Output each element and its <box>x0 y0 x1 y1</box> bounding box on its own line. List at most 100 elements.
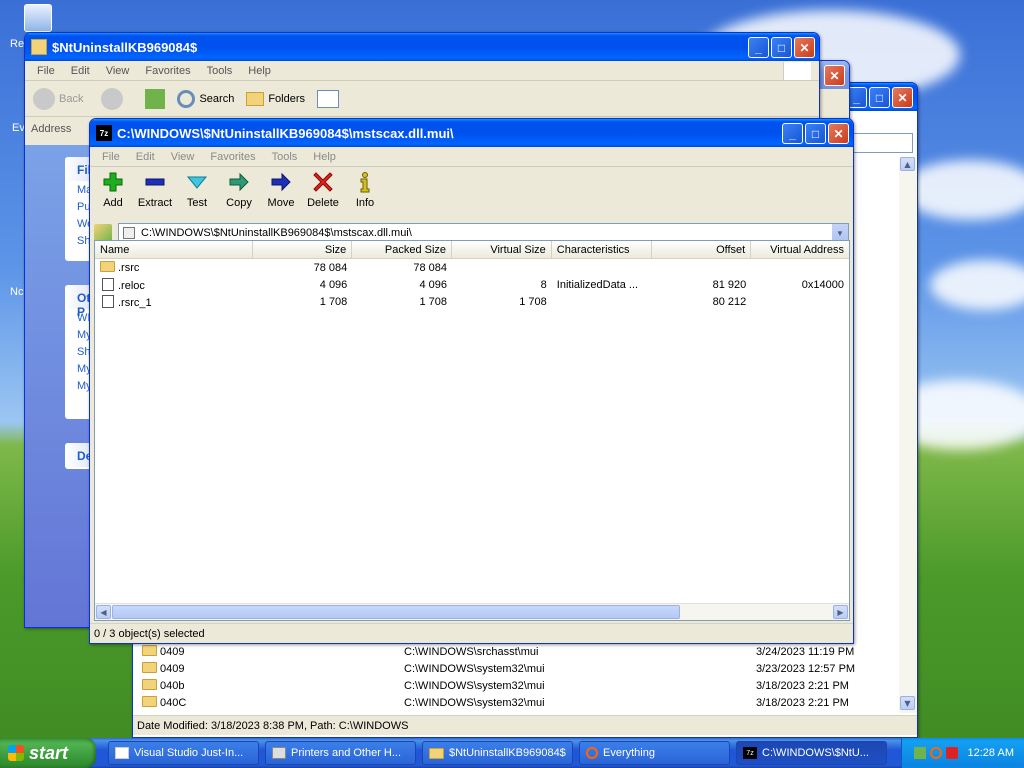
menu-view[interactable]: View <box>163 151 203 163</box>
col-size[interactable]: Size <box>253 241 353 258</box>
views-icon[interactable] <box>317 89 340 108</box>
desktop-label-2[interactable]: Ev <box>12 122 25 134</box>
recycle-bin-icon[interactable] <box>24 4 52 32</box>
cell-vsize: 1 708 <box>519 295 547 308</box>
list-header: Name Size Packed Size Virtual Size Chara… <box>95 241 849 259</box>
taskbar-item[interactable]: Printers and Other H... <box>265 741 416 765</box>
minimize-button[interactable]: _ <box>748 37 769 58</box>
search-button[interactable]: Search <box>199 93 234 105</box>
list-item[interactable]: 0409 C:\WINDOWS\system32\mui 3/23/2023 12:… <box>137 660 897 677</box>
search-tray-icon[interactable] <box>929 747 942 759</box>
col-virtual-address[interactable]: Virtual Address <box>751 241 849 258</box>
cell-packed: 1 708 <box>419 295 448 308</box>
horizontal-scrollbar[interactable]: ◀ ▶ <box>95 603 849 620</box>
info-icon <box>360 172 370 193</box>
desktop-label-3[interactable]: Nc <box>10 286 23 298</box>
list-item[interactable]: 0409 C:\WINDOWS\srchasst\mui 3/24/2023 11:… <box>137 643 897 660</box>
menu-edit[interactable]: Edit <box>128 151 163 163</box>
windows-flag-icon <box>8 745 24 761</box>
minus-icon <box>145 178 165 186</box>
copy-button[interactable]: Copy <box>218 171 260 215</box>
info-button[interactable]: Info <box>344 171 386 215</box>
forward-arrow-icon[interactable] <box>101 87 124 110</box>
list-item[interactable]: 040C C:\WINDOWS\system32\mui 3/18/2023 2:2… <box>137 694 897 711</box>
network-icon[interactable] <box>913 747 926 759</box>
folder-icon <box>429 747 444 759</box>
scroll-up-arrow[interactable]: ▲ <box>900 157 915 171</box>
folder-icon <box>142 662 157 673</box>
menu-favorites[interactable]: Favorites <box>202 151 263 163</box>
delete-label: Delete <box>307 197 339 209</box>
folder-icon <box>31 39 47 55</box>
taskbar-item[interactable]: Visual Studio Just-In... <box>108 741 259 765</box>
table-row[interactable]: .rsrc 78 084 78 084 <box>95 259 849 276</box>
maximize-button[interactable]: □ <box>805 123 826 144</box>
menu-view[interactable]: View <box>98 65 138 77</box>
scroll-thumb[interactable] <box>112 605 680 619</box>
close-button[interactable]: ✕ <box>824 65 845 86</box>
cell-size: 78 084 <box>313 261 348 274</box>
menu-tools[interactable]: Tools <box>199 65 241 77</box>
back-status-bar: Date Modified: 3/18/2023 8:38 PM, Path: … <box>133 715 917 735</box>
menu-edit[interactable]: Edit <box>63 65 98 77</box>
close-button[interactable]: ✕ <box>828 123 849 144</box>
cell-chars: InitializedData ... <box>556 278 639 291</box>
task-label: C:\WINDOWS\$NtU... <box>762 747 869 759</box>
back-arrow-icon[interactable] <box>33 87 55 110</box>
cell-packed: 4 096 <box>419 278 448 291</box>
back-button[interactable]: Back <box>59 93 83 105</box>
desktop-label-1[interactable]: Re <box>10 38 24 50</box>
taskbar-item[interactable]: Everything <box>579 741 730 765</box>
close-button[interactable]: ✕ <box>892 87 913 108</box>
security-shield-icon[interactable] <box>945 747 958 759</box>
folders-button[interactable]: Folders <box>268 93 305 105</box>
taskbar-item[interactable]: 7z C:\WINDOWS\$NtU... <box>736 741 887 765</box>
col-characteristics[interactable]: Characteristics <box>552 241 652 258</box>
up-folder-icon[interactable] <box>145 88 166 109</box>
close-button[interactable]: ✕ <box>794 37 815 58</box>
test-label: Test <box>186 197 208 209</box>
minimize-button[interactable]: _ <box>782 123 803 144</box>
menu-help[interactable]: Help <box>305 151 344 163</box>
file-icon <box>102 277 114 291</box>
sevenzip-window[interactable]: 7z C:\WINDOWS\$NtUninstallKB969084$\msts… <box>89 118 854 644</box>
folder-icon <box>142 645 157 656</box>
clock[interactable]: 12:28 AM <box>968 747 1014 759</box>
table-row[interactable]: .rsrc_1 1 708 1 708 1 708 80 212 <box>95 293 849 310</box>
cell-offset: 80 212 <box>712 295 747 308</box>
scroll-right-arrow[interactable]: ▶ <box>833 605 848 619</box>
menu-help[interactable]: Help <box>240 65 279 77</box>
test-button[interactable]: Test <box>176 171 218 215</box>
move-button[interactable]: Move <box>260 171 302 215</box>
scroll-down-arrow[interactable]: ▼ <box>900 696 915 710</box>
task-label: Visual Studio Just-In... <box>134 747 244 759</box>
scroll-left-arrow[interactable]: ◀ <box>96 605 111 619</box>
folder-icon <box>142 696 157 707</box>
menu-file[interactable]: File <box>94 151 128 163</box>
extract-button[interactable]: Extract <box>134 171 176 215</box>
list-item[interactable]: 040b C:\WINDOWS\system32\mui 3/18/2023 2:2… <box>137 677 897 694</box>
search-icon[interactable] <box>177 89 196 108</box>
file-list[interactable]: Name Size Packed Size Virtual Size Chara… <box>94 240 850 621</box>
maximize-button[interactable]: □ <box>869 87 890 108</box>
sevenzip-titlebar[interactable]: 7z C:\WINDOWS\$NtUninstallKB969084$\msts… <box>90 119 853 147</box>
back-vscroll[interactable]: ▲ ▼ <box>899 157 916 713</box>
delete-button[interactable]: Delete <box>302 171 344 215</box>
task-label: $NtUninstallKB969084$ <box>449 747 566 759</box>
taskbar-item[interactable]: $NtUninstallKB969084$ <box>422 741 573 765</box>
col-packed-size[interactable]: Packed Size <box>352 241 453 258</box>
menu-tools[interactable]: Tools <box>264 151 306 163</box>
col-virtual-size[interactable]: Virtual Size <box>452 241 552 258</box>
col-offset[interactable]: Offset <box>652 241 752 258</box>
menu-favorites[interactable]: Favorites <box>137 65 198 77</box>
col-name[interactable]: Name <box>95 241 253 258</box>
maximize-button[interactable]: □ <box>771 37 792 58</box>
folders-icon[interactable] <box>246 91 265 106</box>
explorer-titlebar[interactable]: $NtUninstallKB969084$ _ □ ✕ <box>25 33 819 61</box>
menu-file[interactable]: File <box>29 65 63 77</box>
start-button[interactable]: start <box>0 738 96 768</box>
table-row[interactable]: .reloc 4 096 4 096 8 InitializedData ...… <box>95 276 849 293</box>
add-button[interactable]: Add <box>92 171 134 215</box>
row-path: C:\WINDOWS\system32\mui <box>404 696 545 709</box>
back-search-box[interactable] <box>853 133 913 153</box>
